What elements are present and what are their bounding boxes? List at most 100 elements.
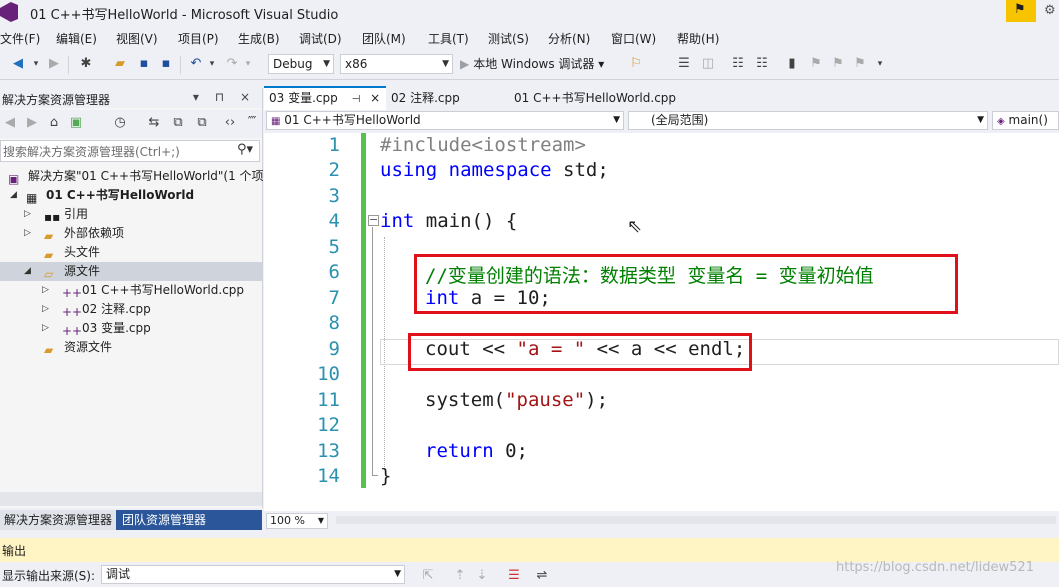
menu-test[interactable]: 测试(S) [488, 30, 529, 47]
project-nav-select[interactable]: ▦ 01 C++书写HelloWorld ▼ [266, 111, 624, 130]
undo-icon[interactable]: ↶ [188, 56, 204, 72]
redo-dropdown-icon[interactable]: ▾ [240, 56, 256, 72]
switch-views-icon[interactable]: ▣ [68, 115, 84, 131]
solution-search-input[interactable]: 搜索解决方案资源管理器(Ctrl+;) ⚲▾ [0, 140, 260, 162]
word-wrap-icon[interactable]: ⇌ [534, 568, 550, 584]
tree-item-headers[interactable]: ▰ 头文件 [0, 243, 262, 262]
tree-item-external-dependencies[interactable]: ▷ ▰ 外部依赖项 [0, 224, 262, 243]
expanded-triangle-icon[interactable]: ◢ [24, 262, 31, 281]
next-bookmark-icon[interactable]: ⚑ [830, 56, 846, 72]
notification-flag-icon[interactable]: ⚑ [1006, 0, 1036, 22]
collapsed-triangle-icon[interactable]: ▷ [42, 281, 49, 300]
new-project-icon[interactable]: ✱ [78, 56, 94, 72]
scope-nav-select[interactable]: (全局范围) ▼ [628, 111, 988, 130]
expanded-triangle-icon[interactable]: ◢ [10, 186, 17, 205]
menu-project[interactable]: 项目(P) [178, 30, 219, 47]
prev-bookmark-icon[interactable]: ⚑ [808, 56, 824, 72]
menu-analyze[interactable]: 分析(N) [548, 30, 590, 47]
back-icon[interactable]: ◀ [2, 115, 18, 131]
open-file-icon[interactable]: ▰ [112, 56, 128, 72]
start-debugging-button[interactable]: ▶ 本地 Windows 调试器 ▾ [460, 55, 604, 72]
close-icon[interactable]: × [370, 91, 380, 105]
pending-changes-icon[interactable]: ◷ [112, 115, 128, 131]
solution-explorer-header: 解决方案资源管理器 ▾ ⊓ × [0, 88, 262, 108]
tab-solution-explorer[interactable]: 解决方案资源管理器 [0, 510, 117, 530]
menu-help[interactable]: 帮助(H) [677, 30, 719, 47]
clear-bookmarks-icon[interactable]: ⚑ [852, 56, 868, 72]
collapse-all-icon[interactable]: ⧉ [170, 115, 186, 131]
menu-file[interactable]: 文件(F) [0, 30, 40, 47]
pin-icon[interactable]: ⊣ [352, 94, 361, 105]
clear-all-icon[interactable]: ☰ [506, 568, 522, 584]
tree-item-file[interactable]: ▷ ++ 02 注释.cpp [0, 300, 262, 319]
show-all-files-icon[interactable]: ⧉ [194, 115, 210, 131]
tab-file[interactable]: 03 变量.cpp ⊣ × [264, 86, 386, 110]
goto-error-icon[interactable]: ⇱ [420, 568, 436, 584]
tree-item-project[interactable]: ◢ ▦ 01 C++书写HelloWorld [0, 186, 262, 205]
home-icon[interactable]: ⌂ [46, 115, 62, 131]
properties-icon[interactable]: ⁗ [244, 115, 260, 131]
user-account-icon[interactable]: ⚙ [1044, 3, 1056, 18]
menu-debug[interactable]: 调试(D) [299, 30, 342, 47]
prev-message-icon[interactable]: ⇡ [452, 568, 468, 584]
tree-item-solution[interactable]: ▣ 解决方案"01 C++书写HelloWorld"(1 个项 [0, 167, 264, 186]
menu-edit[interactable]: 编辑(E) [56, 30, 97, 47]
redo-icon[interactable]: ↷ [224, 56, 240, 72]
next-message-icon[interactable]: ⇣ [474, 568, 490, 584]
undo-dropdown-icon[interactable]: ▾ [204, 56, 220, 72]
panel-window-buttons[interactable]: ▾ ⊓ × [193, 90, 256, 104]
bookmark-icon[interactable]: ▮ [784, 56, 800, 72]
menu-view[interactable]: 视图(V) [116, 30, 158, 47]
back-icon[interactable]: ◀ [10, 56, 26, 72]
output-source-select[interactable]: 调试 ▼ [101, 565, 405, 584]
comment-icon[interactable]: ☷ [730, 56, 746, 72]
zoom-value: 100 % [270, 514, 305, 527]
explorer-horizontal-scrollbar[interactable] [0, 492, 262, 506]
mouse-cursor-icon: ⇖ [627, 216, 643, 237]
tree-item-resources[interactable]: ▰ 资源文件 [0, 338, 262, 357]
save-all-icon[interactable]: ▪ [158, 56, 174, 72]
red-annotation-box [414, 254, 958, 314]
menu-tools[interactable]: 工具(T) [428, 30, 469, 47]
tree-item-file[interactable]: ▷ ++ 01 C++书写HelloWorld.cpp [0, 281, 262, 300]
tab-file[interactable]: 02 注释.cpp [386, 88, 465, 108]
platform-select[interactable]: x86 ▼ [340, 54, 453, 74]
collapsed-triangle-icon[interactable]: ▷ [24, 205, 31, 224]
search-icon[interactable]: ⚲▾ [237, 142, 253, 157]
find-in-files-icon[interactable]: ⚐ [628, 56, 644, 72]
sync-icon[interactable]: ⇆ [146, 115, 162, 131]
toolbar-overflow-icon[interactable]: ▾ [872, 56, 888, 72]
collapsed-triangle-icon[interactable]: ▷ [42, 300, 49, 319]
collapsed-triangle-icon[interactable]: ▷ [24, 224, 31, 243]
collapsed-triangle-icon[interactable]: ▷ [42, 319, 49, 338]
code-view-icon[interactable]: ‹› [222, 115, 238, 131]
forward-icon[interactable]: ▶ [24, 115, 40, 131]
platform-value: x86 [345, 57, 368, 71]
menu-team[interactable]: 团队(M) [362, 30, 406, 47]
save-icon[interactable]: ▪ [136, 56, 152, 72]
tree-item-sources[interactable]: ◢ ▱ 源文件 [0, 262, 262, 281]
menu-window[interactable]: 窗口(W) [611, 30, 656, 47]
code-line-13: return 0; [425, 440, 528, 462]
solution-config-icon[interactable]: ☰ [676, 56, 692, 72]
back-dropdown-icon[interactable]: ▾ [28, 56, 44, 72]
line-number: 13 [317, 440, 340, 462]
step-icon[interactable]: ◫ [700, 56, 716, 72]
menu-build[interactable]: 生成(B) [238, 30, 280, 47]
editor-horizontal-scrollbar[interactable] [336, 516, 1056, 524]
forward-icon[interactable]: ▶ [46, 56, 62, 72]
collapse-region-icon[interactable]: − [368, 214, 379, 226]
solution-explorer-panel: 解决方案资源管理器 ▾ ⊓ × ◀ ▶ ⌂ ▣ ◷ ⇆ ⧉ ⧉ ‹› ⁗ 搜索解… [0, 88, 264, 508]
uncomment-icon[interactable]: ☷ [754, 56, 770, 72]
tab-file[interactable]: 01 C++书写HelloWorld.cpp [509, 88, 681, 108]
tab-team-explorer[interactable]: 团队资源管理器 [118, 510, 210, 530]
line-number: 7 [328, 287, 340, 309]
tree-item-file[interactable]: ▷ ++ 03 变量.cpp [0, 319, 262, 338]
tree-item-references[interactable]: ▷ ▪▪ 引用 [0, 205, 262, 224]
code-editor[interactable]: 1 2 3 4 5 6 7 8 9 10 11 12 13 14 − #incl… [264, 133, 1059, 511]
zoom-select[interactable]: 100 % ▼ [266, 513, 328, 529]
cpp-file-icon: ++ [62, 324, 83, 338]
config-select[interactable]: Debug ▼ [268, 54, 334, 74]
member-nav-select[interactable]: ◈ main() [992, 111, 1059, 130]
line-number: 12 [317, 414, 340, 436]
